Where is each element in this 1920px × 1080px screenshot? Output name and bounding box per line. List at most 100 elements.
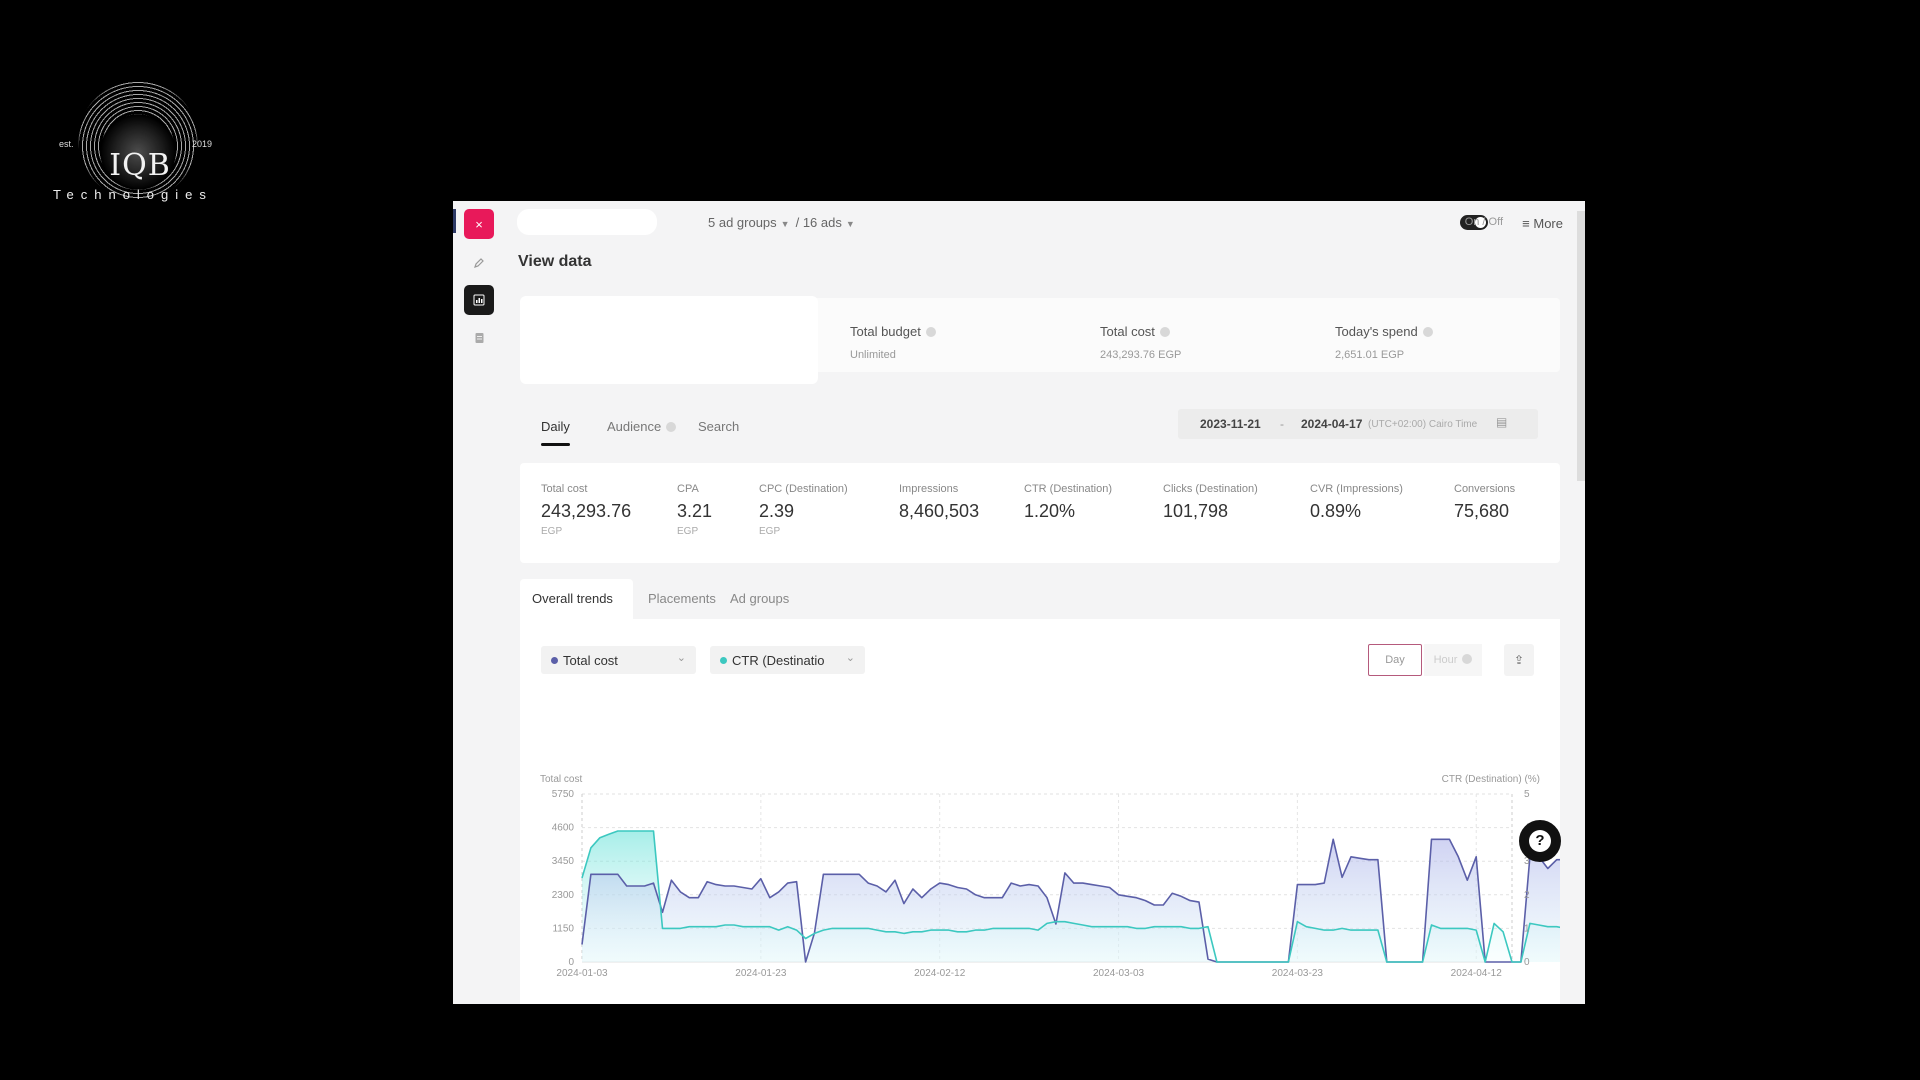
y2-tick-label: 5 — [1524, 789, 1530, 800]
metric-impressions: Impressions 8,460,503 — [899, 483, 979, 522]
watermark-logo: est. 2019 IQB Technologies — [50, 80, 230, 210]
side-rail: × — [453, 201, 503, 1004]
y-axis-title: Total cost — [540, 774, 582, 785]
x-tick-label: 2024-01-23 — [735, 968, 787, 979]
metric-label: Clicks (Destination) — [1163, 483, 1258, 495]
metric-label: CVR (Impressions) — [1310, 483, 1403, 495]
trend-chart[interactable]: Total cost CTR (Destination) (%) 0 1150 2 3… — [520, 619, 1560, 1004]
tab-label: Audience — [607, 419, 662, 434]
caret-down-icon: ▼ — [780, 219, 790, 229]
x-tick-label: 2024-03-03 — [1093, 968, 1145, 979]
date-start: 2023-11-21 — [1200, 417, 1261, 431]
metric-value: 8,460,503 — [899, 501, 980, 521]
edit-button[interactable] — [464, 248, 494, 278]
chart-card: Total cost ⌄ CTR (Destinatio ⌄ Day Hour … — [520, 619, 1560, 1004]
document-button[interactable] — [464, 323, 494, 353]
x-tick-label: 2024-03-23 — [1272, 968, 1324, 979]
caret-down-icon: ▼ — [845, 219, 855, 229]
view-data-button[interactable] — [464, 285, 494, 315]
timezone-label: (UTC+02:00) Cairo Time — [1368, 419, 1478, 430]
y2-axis-title: CTR (Destination) (%) — [1442, 774, 1540, 785]
document-icon — [475, 333, 483, 343]
summary-total-cost: Total cost 243,293.76 EGP — [1100, 324, 1181, 361]
scrollbar[interactable] — [1577, 211, 1585, 481]
y-tick-label: 0 — [568, 957, 574, 968]
x-tick-label: 2024-01-03 — [556, 968, 608, 979]
calendar-icon[interactable]: ▤ — [1496, 415, 1507, 429]
tab-audience[interactable]: Audience — [607, 419, 677, 434]
y-tick-label: 5750 — [552, 789, 575, 800]
summary-total-budget: Total budget Unlimited — [850, 324, 936, 361]
metric-label: Conversions — [1454, 483, 1516, 495]
help-button[interactable]: ? — [1519, 820, 1561, 862]
metric-unit: EGP — [541, 526, 563, 537]
summary-value: 2,651.01 EGP — [1335, 349, 1405, 361]
metric-unit: EGP — [759, 526, 781, 537]
summary-label: Total budget — [850, 324, 921, 339]
tab-ad-groups[interactable]: Ad groups — [718, 579, 801, 619]
metric-clicks: Clicks (Destination) 101,798 — [1163, 483, 1258, 522]
campaign-name-field[interactable] — [517, 209, 657, 235]
summary-value: Unlimited — [850, 349, 896, 361]
tab-placements[interactable]: Placements — [636, 579, 728, 619]
metric-value: 2.39 — [759, 501, 795, 521]
y2-tick-label: 1 — [1524, 923, 1530, 934]
y-tick-label: 4600 — [552, 823, 575, 834]
total-cost-area — [582, 839, 1560, 962]
info-icon[interactable] — [1159, 327, 1170, 337]
metric-label: CPA — [677, 483, 699, 495]
summary-label: Today's spend — [1335, 324, 1418, 339]
summary-value: 243,293.76 EGP — [1100, 349, 1182, 361]
info-icon[interactable] — [666, 422, 677, 432]
budget-summary: Total budget Unlimited Total cost 243,29… — [520, 296, 1560, 384]
logo-brand: IQB — [109, 148, 171, 183]
metric-label: CTR (Destination) — [1024, 483, 1113, 495]
metric-total-cost: Total cost 243,293.76 EGP — [541, 483, 631, 537]
rail-edge-marker — [453, 209, 456, 233]
ads-dropdown[interactable]: / 16 ads — [796, 215, 842, 230]
metric-value: 101,798 — [1163, 501, 1229, 521]
on-off-label: On / Off — [1464, 216, 1503, 228]
y-tick-label: 1150 — [552, 923, 574, 934]
y2-tick-label: 0 — [1524, 957, 1530, 968]
x-tick-label: 2024-02-12 — [914, 968, 966, 979]
metric-ctr: CTR (Destination) 1.20% — [1024, 483, 1112, 522]
edit-icon — [474, 258, 484, 268]
metric-label: CPC (Destination) — [759, 483, 848, 495]
metric-unit: EGP — [677, 526, 699, 537]
ad-groups-dropdown[interactable]: 5 ad groups — [708, 215, 777, 230]
metric-value: 1.20% — [1024, 501, 1076, 521]
close-icon: × — [475, 216, 483, 232]
metrics-row: Total cost 243,293.76 EGP CPA 3.21 EGP CPC (… — [520, 463, 1560, 563]
chart-icon — [473, 294, 485, 306]
date-end: 2024-04-17 — [1301, 417, 1363, 431]
summary-todays-spend: Today's spend 2,651.01 EGP — [1335, 324, 1433, 361]
metric-cpa: CPA 3.21 EGP — [677, 483, 712, 537]
metric-value: 0.89% — [1310, 501, 1362, 521]
tab-overall-trends[interactable]: Overall trends — [520, 579, 633, 619]
top-bar: 5 ad groups ▼/ 16 ads ▼ On / Off ≡ More — [503, 201, 1585, 245]
ad-data-panel: × 5 ad groups ▼/ 16 ads ▼ On / Off ≡ More … — [453, 201, 1585, 1004]
metric-conversions: Conversions 75,680 — [1454, 483, 1515, 522]
close-button[interactable]: × — [464, 209, 494, 239]
metric-value: 243,293.76 — [541, 501, 632, 521]
summary-label: Total cost — [1100, 324, 1155, 339]
help-icon: ? — [1529, 830, 1551, 852]
info-icon[interactable] — [925, 327, 936, 337]
page-title: View data — [518, 253, 592, 270]
ad-selector[interactable]: 5 ad groups ▼/ 16 ads ▼ — [708, 215, 861, 230]
x-tick-label: 2024-04-12 — [1451, 968, 1503, 979]
campaign-thumbnail — [520, 296, 818, 384]
tab-search[interactable]: Search — [698, 419, 739, 434]
metric-label: Impressions — [899, 483, 959, 495]
info-icon[interactable] — [1422, 327, 1433, 337]
y-tick-label: 3450 — [552, 856, 575, 867]
tab-daily[interactable]: Daily — [541, 419, 570, 446]
y2-tick-label: 2 — [1524, 890, 1530, 901]
more-menu-button[interactable]: ≡ More — [1522, 216, 1563, 231]
metric-value: 75,680 — [1454, 501, 1510, 521]
metric-cpc: CPC (Destination) 2.39 EGP — [759, 483, 848, 537]
logo-subtitle: Technologies — [53, 187, 213, 202]
date-range-picker[interactable]: 2023-11-21 - 2024-04-17 (UTC+02:00) Cair… — [1178, 409, 1538, 439]
date-separator: - — [1280, 417, 1284, 431]
